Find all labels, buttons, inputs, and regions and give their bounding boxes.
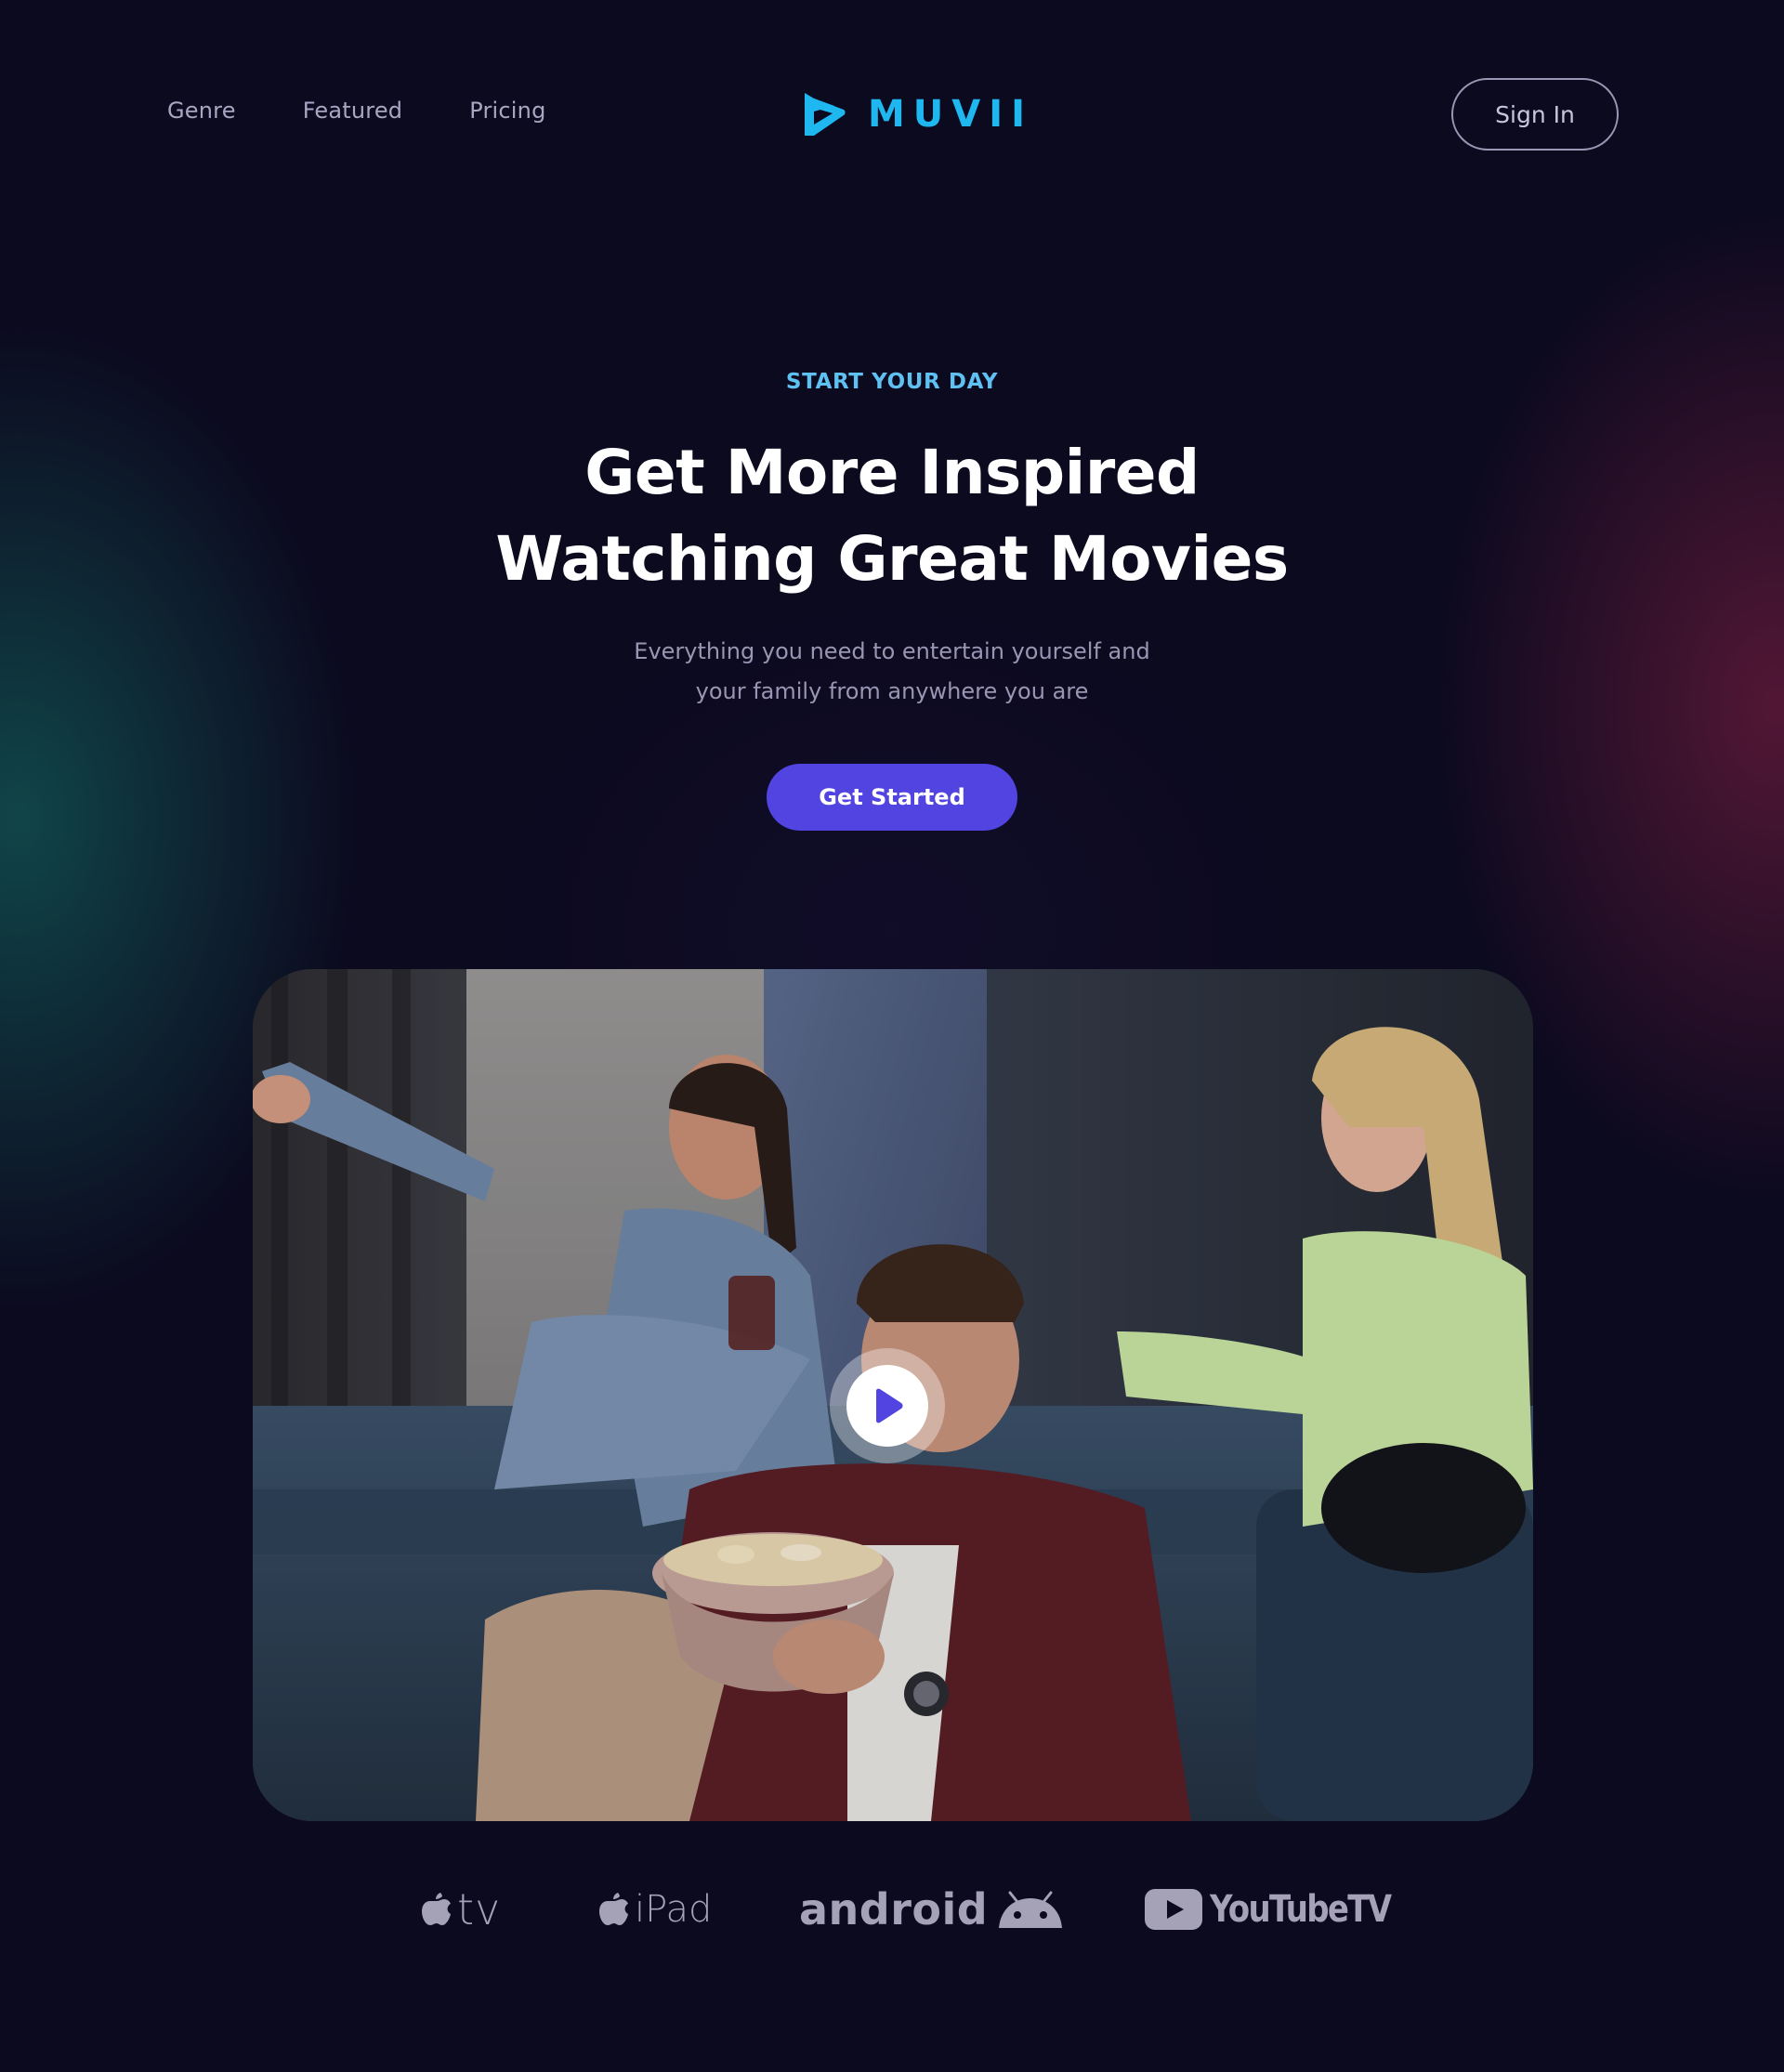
headline-line-1: Get More Inspired	[584, 437, 1200, 508]
get-started-button[interactable]: Get Started	[767, 764, 1017, 831]
apple-icon	[422, 1893, 451, 1925]
video-preview[interactable]	[253, 969, 1533, 1821]
brand-logo[interactable]: MUVII	[801, 89, 1033, 139]
site-header: Genre Featured Pricing MUVII Sign In	[0, 78, 1784, 151]
ipad-logo: iPad	[599, 1877, 712, 1942]
play-icon	[876, 1388, 903, 1423]
main-nav: Genre Featured Pricing	[167, 98, 546, 124]
android-robot-icon	[999, 1891, 1063, 1928]
brand-name: MUVII	[868, 93, 1034, 136]
headline-line-2: Watching Great Movies	[495, 523, 1289, 595]
logo-icon	[805, 93, 846, 136]
play-button-inner	[846, 1365, 928, 1447]
youtube-play-icon	[1145, 1889, 1202, 1930]
android-label: android	[799, 1884, 989, 1934]
youtube-tv-label: YouTubeTV	[1210, 1888, 1392, 1931]
play-button[interactable]	[830, 1348, 945, 1463]
apple-tv-label: tv	[457, 1884, 502, 1934]
hero-subtitle: Everything you need to entertain yoursel…	[0, 632, 1784, 712]
apple-tv-logo: tv	[422, 1877, 501, 1942]
sign-in-button[interactable]: Sign In	[1451, 78, 1619, 151]
platform-logos: tv iPad android YouTubeTV	[0, 1877, 1784, 1942]
nav-genre[interactable]: Genre	[167, 98, 236, 124]
hero-headline: Get More Inspired Watching Great Movies	[0, 429, 1784, 602]
youtube-tv-logo: YouTubeTV	[1145, 1877, 1423, 1942]
ipad-label: iPad	[635, 1888, 713, 1931]
apple-icon	[599, 1893, 628, 1925]
android-logo: android	[799, 1877, 1064, 1942]
nav-pricing[interactable]: Pricing	[469, 98, 545, 124]
subtitle-line-1: Everything you need to entertain yoursel…	[634, 638, 1150, 664]
landing-page: Genre Featured Pricing MUVII Sign In STA…	[0, 0, 1784, 2072]
hero-eyebrow: START YOUR DAY	[785, 370, 999, 394]
subtitle-line-2: your family from anywhere you are	[695, 678, 1089, 704]
nav-featured[interactable]: Featured	[303, 98, 403, 124]
